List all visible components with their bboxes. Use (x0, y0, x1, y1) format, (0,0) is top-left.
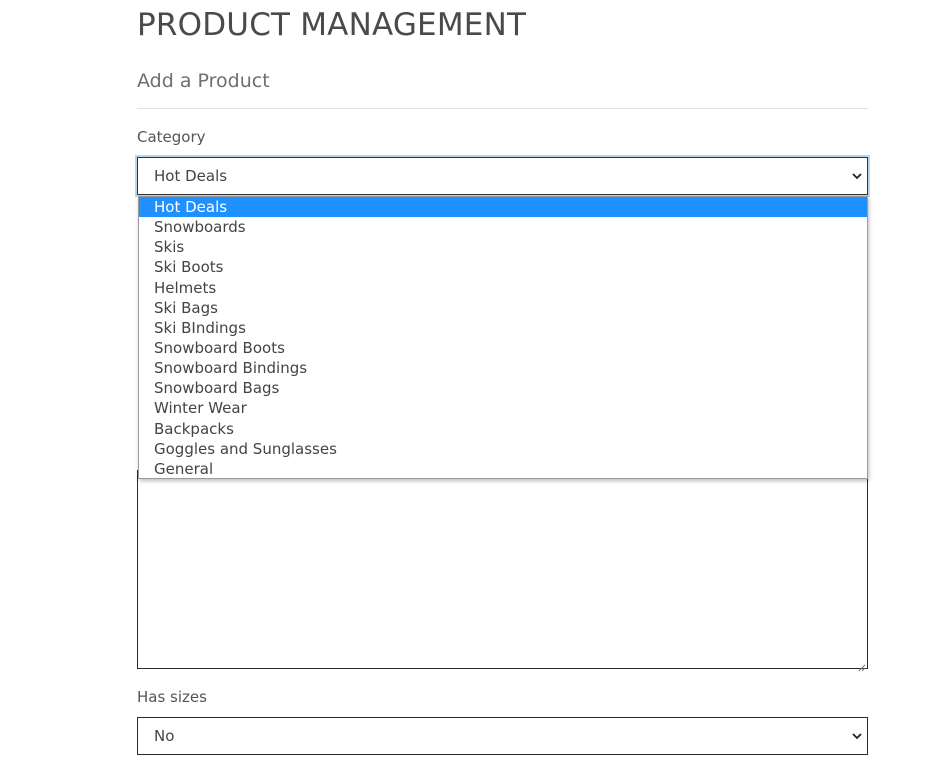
dropdown-option-general[interactable]: General (139, 459, 867, 479)
dropdown-option-skis[interactable]: Skis (139, 237, 867, 257)
category-select-value: Hot Deals (154, 167, 228, 185)
category-dropdown-list: Hot Deals Snowboards Skis Ski Boots Helm… (138, 196, 868, 479)
dropdown-option-ski-bindings[interactable]: Ski BIndings (139, 318, 867, 338)
category-select[interactable]: Hot Deals (137, 157, 868, 195)
chevron-down-icon (851, 158, 863, 194)
has-sizes-select-value: No (154, 727, 175, 745)
page-title: PRODUCT MANAGEMENT (137, 7, 527, 43)
dropdown-option-winter-wear[interactable]: Winter Wear (139, 398, 867, 418)
section-divider (137, 108, 868, 109)
dropdown-option-ski-bags[interactable]: Ski Bags (139, 298, 867, 318)
has-sizes-select[interactable]: No (137, 717, 868, 755)
dropdown-option-snowboard-bags[interactable]: Snowboard Bags (139, 378, 867, 398)
resize-grip-icon[interactable] (856, 657, 866, 672)
has-sizes-label: Has sizes (137, 688, 207, 706)
dropdown-option-backpacks[interactable]: Backpacks (139, 419, 867, 439)
dropdown-option-helmets[interactable]: Helmets (139, 278, 867, 298)
dropdown-option-ski-boots[interactable]: Ski Boots (139, 257, 867, 277)
category-label: Category (137, 128, 206, 146)
chevron-down-icon (851, 718, 863, 754)
dropdown-option-snowboard-boots[interactable]: Snowboard Boots (139, 338, 867, 358)
dropdown-option-snowboards[interactable]: Snowboards (139, 217, 867, 237)
description-textarea[interactable] (137, 470, 868, 672)
dropdown-option-snowboard-bindings[interactable]: Snowboard Bindings (139, 358, 867, 378)
dropdown-option-goggles-and-sunglasses[interactable]: Goggles and Sunglasses (139, 439, 867, 459)
page-subtitle: Add a Product (137, 70, 270, 92)
dropdown-option-hot-deals[interactable]: Hot Deals (139, 197, 867, 218)
product-management-page: PRODUCT MANAGEMENT Add a Product Categor… (0, 0, 925, 776)
